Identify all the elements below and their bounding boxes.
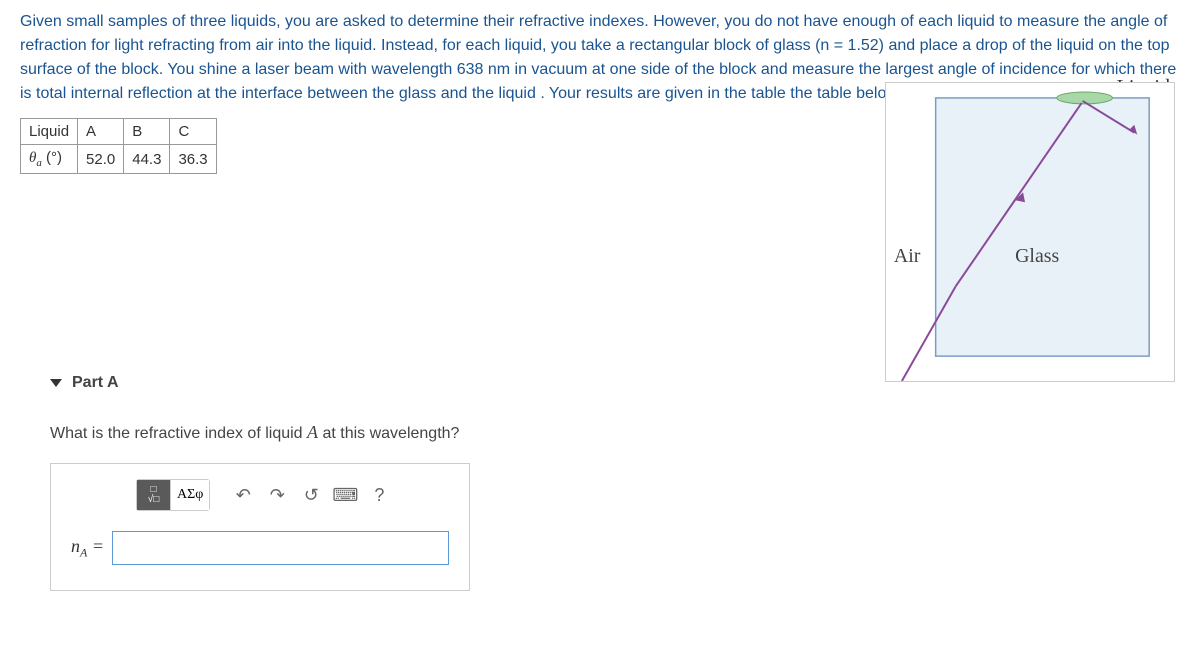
table-header-liquid: Liquid — [21, 119, 78, 145]
answer-variable-label: nA = — [71, 536, 104, 561]
table-value-c: 36.3 — [170, 145, 216, 174]
template-picker-button[interactable]: □√□ — [137, 480, 171, 510]
part-title: Part A — [72, 374, 119, 392]
table-header-b: B — [124, 119, 170, 145]
redo-button[interactable]: ↷ — [262, 480, 292, 510]
keyboard-icon: ⌨ — [332, 485, 358, 506]
equation-toolbar: □√□ ΑΣφ ↶ ↷ ↺ ⌨ ? — [136, 479, 449, 511]
answer-input[interactable] — [112, 531, 449, 565]
data-table: Liquid A B C θa (°) 52.0 44.3 36.3 — [20, 118, 217, 174]
reset-icon: ↺ — [304, 485, 319, 506]
keyboard-button[interactable]: ⌨ — [330, 480, 360, 510]
table-row: Liquid A B C — [21, 119, 217, 145]
answer-panel: □√□ ΑΣφ ↶ ↷ ↺ ⌨ ? — [50, 463, 470, 591]
table-row: θa (°) 52.0 44.3 36.3 — [21, 145, 217, 174]
air-text-label: Air — [894, 245, 921, 267]
greek-symbols-button[interactable]: ΑΣφ — [171, 480, 209, 510]
caret-down-icon — [50, 379, 62, 387]
glass-text-label: Glass — [1015, 245, 1059, 267]
undo-icon: ↶ — [236, 485, 251, 506]
fraction-icon: □√□ — [148, 485, 160, 505]
part-question: What is the refractive index of liquid A… — [50, 422, 1180, 443]
table-header-a: A — [78, 119, 124, 145]
reset-button[interactable]: ↺ — [296, 480, 326, 510]
table-value-b: 44.3 — [124, 145, 170, 174]
figure-diagram: Air Glass — [885, 82, 1175, 382]
undo-button[interactable]: ↶ — [228, 480, 258, 510]
table-value-a: 52.0 — [78, 145, 124, 174]
table-theta-label: θa (°) — [21, 145, 78, 174]
redo-icon: ↷ — [270, 485, 285, 506]
table-header-c: C — [170, 119, 216, 145]
help-button[interactable]: ? — [364, 480, 394, 510]
